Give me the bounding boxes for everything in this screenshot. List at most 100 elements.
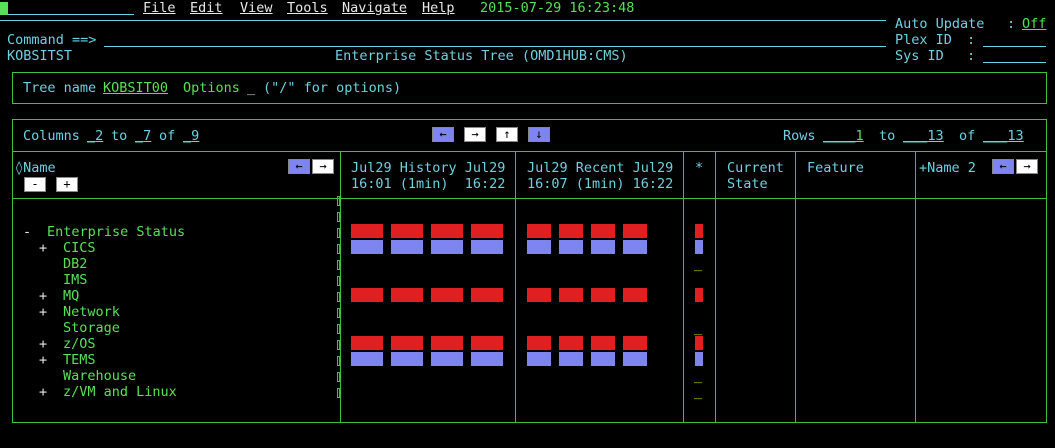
recent-status-cell[interactable]: [623, 224, 647, 238]
recent-status-cell[interactable]: [591, 224, 615, 238]
star-status-cell[interactable]: [695, 224, 703, 238]
auto-update-value[interactable]: Off: [1022, 16, 1046, 32]
recent-status-cell[interactable]: [527, 224, 551, 238]
recent-status-cell[interactable]: [623, 288, 647, 302]
tree-node-label[interactable]: MQ: [63, 288, 79, 304]
tree-node-label[interactable]: IMS: [63, 272, 87, 288]
recent-status-cell[interactable]: [623, 240, 647, 254]
tree-node-label[interactable]: z/OS: [63, 336, 96, 352]
menu-view[interactable]: View: [240, 0, 273, 16]
rows-to[interactable]: ___13: [903, 128, 944, 144]
name2-left-button[interactable]: ←: [992, 159, 1014, 174]
menu-help[interactable]: Help: [422, 0, 455, 16]
tree-node-label[interactable]: Storage: [63, 320, 120, 336]
recent-status-cell[interactable]: [623, 352, 647, 366]
history-status-cell[interactable]: [431, 336, 463, 350]
recent-status-cell[interactable]: [559, 224, 583, 238]
recent-status-cell[interactable]: [559, 240, 583, 254]
history-status-cell[interactable]: [471, 336, 503, 350]
menu-navigate[interactable]: Navigate: [342, 0, 407, 16]
menu-file[interactable]: File: [143, 0, 176, 16]
command-input[interactable]: [104, 46, 886, 47]
tree-toggle[interactable]: +: [39, 240, 47, 256]
history-status-cell[interactable]: [431, 288, 463, 302]
recent-status-cell[interactable]: [591, 240, 615, 254]
history-status-cell[interactable]: [351, 336, 383, 350]
history-status-cell[interactable]: [391, 288, 423, 302]
expand-all-button[interactable]: +: [56, 177, 78, 192]
columns-label: Columns: [23, 128, 80, 144]
menu-tools[interactable]: Tools: [287, 0, 328, 16]
name-col-right-button[interactable]: →: [312, 159, 334, 174]
columns-from[interactable]: _2: [87, 128, 103, 144]
plex-id-input[interactable]: [983, 46, 1046, 47]
menu-edit[interactable]: Edit: [190, 0, 223, 16]
history-status-cell[interactable]: [391, 240, 423, 254]
star-select-field[interactable]: _: [694, 384, 702, 400]
history-status-cell[interactable]: [431, 352, 463, 366]
history-status-cell[interactable]: [431, 240, 463, 254]
star-select-field[interactable]: _: [694, 256, 702, 272]
scroll-right-button[interactable]: →: [464, 127, 486, 142]
history-status-cell[interactable]: [471, 288, 503, 302]
rows-from[interactable]: ____1: [823, 128, 864, 144]
tree-node-label[interactable]: Warehouse: [63, 368, 136, 384]
tree-node-label[interactable]: CICS: [63, 240, 96, 256]
history-status-cell[interactable]: [391, 352, 423, 366]
recent-status-cell[interactable]: [623, 336, 647, 350]
recent-status-cell[interactable]: [527, 288, 551, 302]
history-status-cell[interactable]: [351, 352, 383, 366]
scroll-left-button[interactable]: ←: [432, 127, 454, 142]
tree-toggle[interactable]: +: [39, 352, 47, 368]
name-col-left-button[interactable]: ←: [288, 159, 310, 174]
collapse-all-button[interactable]: -: [24, 177, 46, 192]
recent-status-cell[interactable]: [559, 288, 583, 302]
row-marker: [337, 388, 340, 398]
history-status-cell[interactable]: [431, 224, 463, 238]
tree-toggle[interactable]: +: [39, 336, 47, 352]
scroll-down-button[interactable]: ↓: [528, 127, 550, 142]
tree-node-label[interactable]: z/VM and Linux: [63, 384, 177, 400]
sys-id-label: Sys ID: [895, 48, 944, 64]
recent-status-cell[interactable]: [591, 336, 615, 350]
star-select-field[interactable]: _: [694, 368, 702, 384]
row-marker: [337, 308, 340, 318]
history-status-cell[interactable]: [391, 224, 423, 238]
history-status-cell[interactable]: [471, 224, 503, 238]
row-marker: [337, 196, 340, 206]
recent-status-cell[interactable]: [591, 352, 615, 366]
columns-to[interactable]: _7: [135, 128, 151, 144]
tree-toggle[interactable]: +: [39, 288, 47, 304]
recent-status-cell[interactable]: [559, 336, 583, 350]
history-status-cell[interactable]: [351, 224, 383, 238]
star-status-cell[interactable]: [695, 288, 703, 302]
history-status-cell[interactable]: [471, 352, 503, 366]
recent-status-cell[interactable]: [527, 336, 551, 350]
tree-toggle[interactable]: +: [39, 304, 47, 320]
history-status-cell[interactable]: [351, 288, 383, 302]
tree-node-label[interactable]: DB2: [63, 256, 87, 272]
tree-name-value[interactable]: KOBSIT00: [103, 80, 168, 96]
recent-status-cell[interactable]: [559, 352, 583, 366]
history-status-cell[interactable]: [471, 240, 503, 254]
recent-status-cell[interactable]: [527, 352, 551, 366]
sys-id-input[interactable]: [983, 62, 1046, 63]
col-divider-3: [683, 151, 684, 423]
recent-status-cell[interactable]: [591, 288, 615, 302]
scroll-up-button[interactable]: ↑: [496, 127, 518, 142]
name2-right-button[interactable]: →: [1016, 159, 1038, 174]
tree-toggle[interactable]: -: [23, 224, 31, 240]
history-status-cell[interactable]: [391, 336, 423, 350]
tree-toggle[interactable]: +: [39, 384, 47, 400]
tree-node-label[interactable]: Network: [63, 304, 120, 320]
tree-node-label[interactable]: Enterprise Status: [47, 224, 185, 240]
tree-node-label[interactable]: TEMS: [63, 352, 96, 368]
star-status-cell[interactable]: [695, 336, 703, 350]
recent-status-cell[interactable]: [527, 240, 551, 254]
options-input[interactable]: _: [247, 80, 255, 96]
star-status-cell[interactable]: [695, 352, 703, 366]
star-select-field[interactable]: _: [694, 320, 702, 336]
star-status-cell[interactable]: [695, 240, 703, 254]
name-header[interactable]: ◊Name: [15, 160, 56, 176]
history-status-cell[interactable]: [351, 240, 383, 254]
